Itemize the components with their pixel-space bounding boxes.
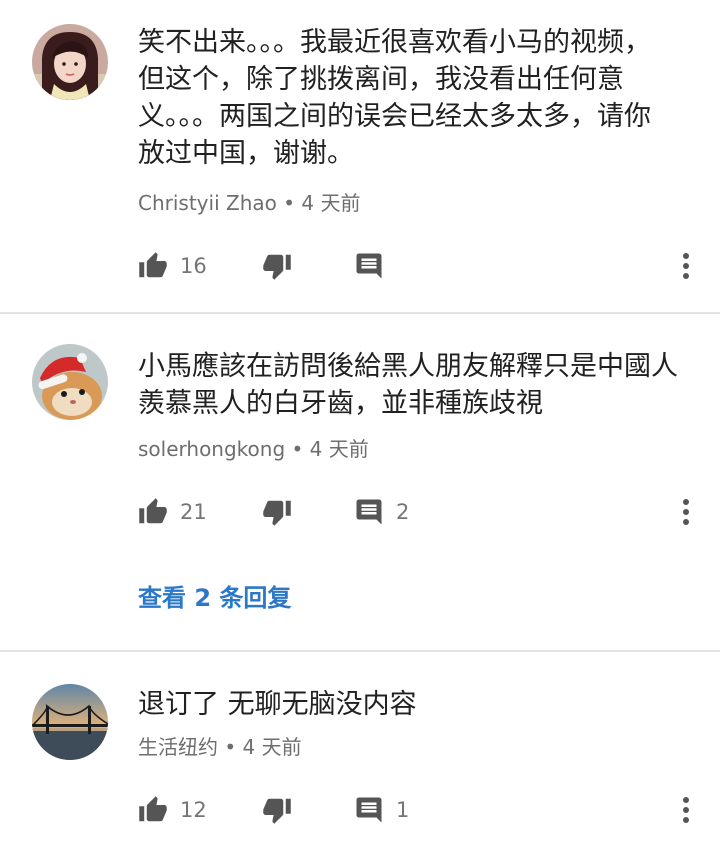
comment-actions: 16 [0, 244, 720, 288]
comment-text: 小馬應該在訪問後給黑人朋友解釋只是中國人 羨慕黑人的白牙齒，並非種族歧視 [138, 351, 678, 419]
thumb-up-icon [139, 796, 167, 822]
reply-count: 2 [396, 500, 410, 524]
comment-icon [356, 253, 382, 279]
comment-icon [356, 797, 382, 823]
like-count: 12 [180, 798, 207, 822]
view-replies-link[interactable]: 查看 2 条回复 [138, 578, 291, 613]
comment-icon [356, 499, 382, 525]
thumb-down-icon [263, 798, 291, 824]
more-vert-icon [683, 797, 689, 823]
reply-button[interactable]: 2 [354, 490, 409, 534]
thumb-down-icon [263, 500, 291, 526]
author-name[interactable]: 生活纽约 [138, 735, 218, 759]
meta-separator: • [218, 735, 243, 759]
comment-text: 笑不出来。。。我最近很喜欢看小马的视频， 但这个，除了挑拨离间，我没看出任何意 … [138, 27, 651, 169]
avatar[interactable] [32, 344, 108, 420]
reply-button[interactable]: 1 [354, 788, 409, 832]
reply-count: 1 [396, 798, 410, 822]
meta-separator: • [285, 437, 310, 461]
comment-meta: Christyii Zhao • 4 天前 [138, 190, 360, 216]
divider [0, 650, 720, 652]
more-options-button[interactable] [668, 246, 704, 286]
like-button[interactable]: 16 [138, 244, 207, 288]
avatar[interactable] [32, 684, 108, 760]
comment-actions: 12 1 [0, 788, 720, 832]
like-button[interactable]: 12 [138, 788, 207, 832]
more-options-button[interactable] [668, 492, 704, 532]
comment-meta: solerhongkong • 4 天前 [138, 436, 369, 462]
more-vert-icon [683, 253, 689, 279]
thumb-up-icon [139, 252, 167, 278]
more-vert-icon [683, 499, 689, 525]
dislike-button[interactable] [262, 788, 292, 832]
reply-button[interactable] [354, 244, 396, 288]
thumb-up-icon [139, 498, 167, 524]
more-options-button[interactable] [668, 790, 704, 830]
comment-text: 退订了 无聊无脑没内容 [138, 689, 417, 720]
comment-time: 4 天前 [242, 735, 302, 759]
dislike-button[interactable] [262, 490, 292, 534]
comment-time: 4 天前 [309, 437, 369, 461]
meta-separator: • [276, 191, 302, 215]
avatar[interactable] [32, 24, 108, 100]
author-name[interactable]: solerhongkong [138, 437, 285, 461]
comment-time: 4 天前 [301, 191, 361, 215]
thumb-down-icon [263, 254, 291, 280]
author-name[interactable]: Christyii Zhao [138, 191, 277, 215]
like-button[interactable]: 21 [138, 490, 207, 534]
like-count: 21 [180, 500, 207, 524]
comment-meta: 生活纽约 • 4 天前 [138, 734, 302, 760]
like-count: 16 [180, 254, 207, 278]
divider [0, 312, 720, 314]
dislike-button[interactable] [262, 244, 292, 288]
comment-actions: 21 2 [0, 490, 720, 534]
